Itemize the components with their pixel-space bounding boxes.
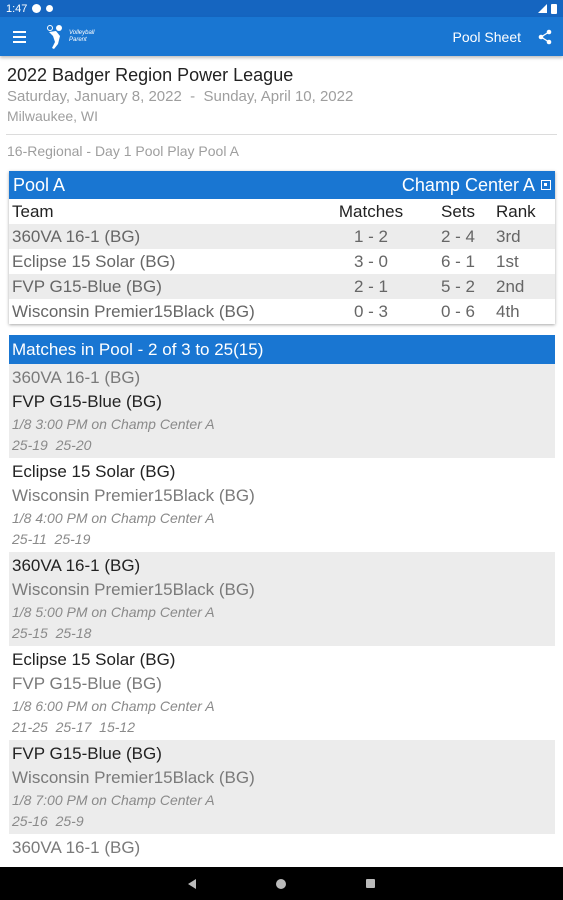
team-sets: 2 - 4	[440, 226, 476, 246]
pool-header: Pool A Champ Center A	[9, 171, 555, 199]
event-title: 2022 Badger Region Power League	[7, 65, 294, 85]
logo-text-line2: Parent	[69, 36, 87, 43]
match-team-2: Wisconsin Premier15Black (BG)	[12, 580, 255, 599]
home-icon[interactable]	[276, 878, 286, 889]
team-name: 360VA 16-1 (BG)	[12, 226, 141, 246]
match-team-1: 360VA 16-1 (BG)	[12, 368, 141, 387]
app-bar: Volleyball Parent Pool Sheet	[0, 17, 563, 56]
standings-row[interactable]: 360VA 16-1 (BG) 1 - 2 2 - 4 3rd	[9, 224, 555, 249]
match-time-court: 1/8 7:00 PM on Champ Center A	[12, 792, 215, 808]
standings-row[interactable]: FVP G15-Blue (BG) 2 - 1 5 - 2 2nd	[9, 274, 555, 299]
team-matches: 0 - 3	[353, 301, 389, 321]
event-location: Milwaukee, WI	[7, 108, 99, 124]
match-item[interactable]: 360VA 16-1 (BG)	[9, 834, 555, 860]
standings-row[interactable]: Wisconsin Premier15Black (BG) 0 - 3 0 - …	[9, 299, 555, 324]
match-team-1: Eclipse 15 Solar (BG)	[12, 650, 176, 669]
logo-text-line1: Volleyball	[69, 29, 95, 36]
notification-icon-2	[46, 5, 54, 12]
match-team-1: Eclipse 15 Solar (BG)	[12, 462, 176, 481]
column-header-matches: Matches	[338, 201, 404, 221]
column-header-sets: Sets	[440, 201, 476, 221]
match-item[interactable]: FVP G15-Blue (BG) Wisconsin Premier15Bla…	[9, 740, 555, 834]
match-time-court: 1/8 6:00 PM on Champ Center A	[12, 698, 215, 714]
volleyball-player-icon	[47, 24, 62, 49]
team-name: Wisconsin Premier15Black (BG)	[12, 301, 255, 321]
match-time-court: 1/8 3:00 PM on Champ Center A	[12, 416, 215, 432]
column-header-rank: Rank	[496, 201, 536, 221]
signal-icon	[538, 4, 547, 13]
event-header: 2022 Badger Region Power League Saturday…	[7, 64, 557, 125]
match-scores: 25-16 25-9	[12, 813, 84, 829]
match-scores: 21-25 25-17 15-12	[12, 719, 135, 735]
match-scores: 25-19 25-20	[12, 437, 92, 453]
match-item[interactable]: Eclipse 15 Solar (BG) Wisconsin Premier1…	[9, 458, 555, 552]
match-team-2: FVP G15-Blue (BG)	[12, 392, 162, 411]
match-time-court: 1/8 4:00 PM on Champ Center A	[12, 510, 215, 526]
pool-matches-list[interactable]: Matches in Pool - 2 of 3 to 25(15) 360VA…	[9, 335, 555, 860]
match-item[interactable]: Eclipse 15 Solar (BG) FVP G15-Blue (BG) …	[9, 646, 555, 740]
share-icon[interactable]	[537, 29, 553, 45]
app-logo: Volleyball Parent	[46, 24, 94, 50]
matches-header: Matches in Pool - 2 of 3 to 25(15)	[9, 335, 555, 364]
match-team-1: 360VA 16-1 (BG)	[12, 556, 141, 575]
battery-icon	[551, 3, 557, 14]
team-matches: 3 - 0	[353, 251, 389, 271]
team-matches: 2 - 1	[353, 276, 389, 296]
match-team-1: FVP G15-Blue (BG)	[12, 744, 162, 763]
match-item[interactable]: 360VA 16-1 (BG) Wisconsin Premier15Black…	[9, 552, 555, 646]
team-rank: 1st	[496, 251, 519, 271]
recent-apps-icon[interactable]	[366, 879, 375, 888]
match-scores: 25-15 25-18	[12, 625, 92, 641]
system-nav-bar	[0, 867, 563, 900]
pool-standings-card: Pool A Champ Center A Team Matches Sets …	[9, 171, 555, 324]
team-matches: 1 - 2	[353, 226, 389, 246]
match-team-2: Wisconsin Premier15Black (BG)	[12, 768, 255, 787]
column-header-team: Team	[12, 201, 54, 221]
match-scores: 25-11 25-19	[12, 531, 91, 547]
map-icon[interactable]	[541, 180, 551, 190]
page-title: Pool Sheet	[452, 28, 522, 45]
team-rank: 2nd	[496, 276, 525, 296]
team-rank: 4th	[496, 301, 520, 321]
match-team-1: 360VA 16-1 (BG)	[12, 838, 141, 857]
notification-icon	[32, 4, 42, 13]
status-bar: 1:47	[0, 0, 563, 17]
team-sets: 6 - 1	[440, 251, 476, 271]
standings-row[interactable]: Eclipse 15 Solar (BG) 3 - 0 6 - 1 1st	[9, 249, 555, 274]
team-sets: 5 - 2	[440, 276, 476, 296]
menu-icon[interactable]	[0, 17, 38, 56]
event-dates: Saturday, January 8, 2022 - Sunday, Apri…	[7, 88, 354, 105]
match-team-2: Wisconsin Premier15Black (BG)	[12, 486, 255, 505]
match-team-2: FVP G15-Blue (BG)	[12, 674, 162, 693]
team-name: Eclipse 15 Solar (BG)	[12, 251, 176, 271]
back-icon[interactable]	[188, 878, 196, 889]
team-name: FVP G15-Blue (BG)	[12, 276, 162, 296]
match-item[interactable]: 360VA 16-1 (BG) FVP G15-Blue (BG) 1/8 3:…	[9, 364, 555, 458]
team-rank: 3rd	[496, 226, 521, 246]
team-sets: 0 - 6	[440, 301, 476, 321]
standings-header-row: Team Matches Sets Rank	[9, 199, 555, 224]
divider	[6, 134, 557, 135]
division-label: 16-Regional - Day 1 Pool Play Pool A	[7, 143, 239, 159]
match-time-court: 1/8 5:00 PM on Champ Center A	[12, 604, 215, 620]
pool-court-link[interactable]: Champ Center A	[402, 175, 535, 196]
pool-name: Pool A	[13, 174, 66, 195]
status-time: 1:47	[6, 2, 28, 15]
